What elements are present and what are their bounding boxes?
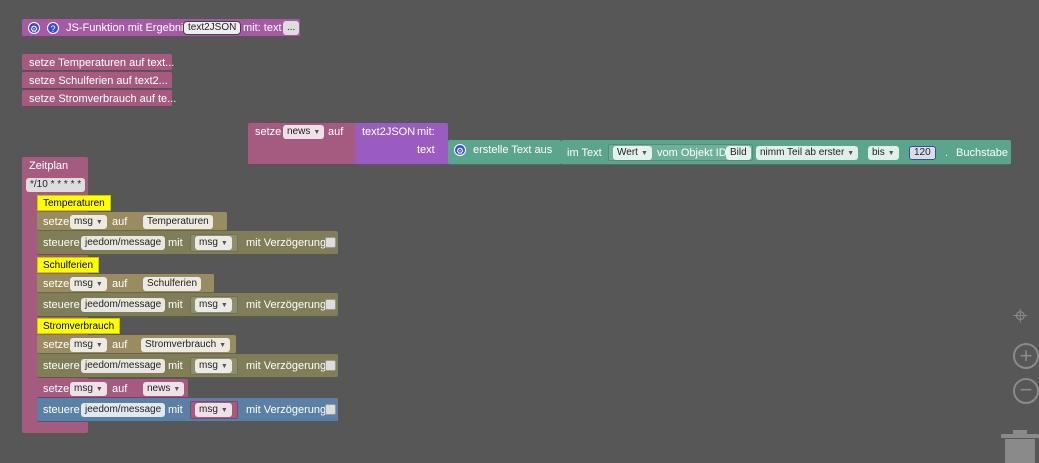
delay-label: mit Verzögerung: [246, 299, 327, 311]
function-param-label: mit: text: [243, 22, 282, 34]
im-text-label: im Text: [567, 147, 602, 159]
function-call-mit: mit:: [417, 126, 435, 138]
control-label: steuere: [43, 299, 80, 311]
set-news-block[interactable]: setze news ▼ auf: [248, 123, 357, 165]
with-label: mit: [168, 237, 183, 249]
text-value-field[interactable]: Stromverbrauch ▼: [141, 338, 231, 352]
zoom-out-icon[interactable]: −: [1013, 378, 1039, 404]
variable-dropdown[interactable]: msg ▼: [70, 277, 107, 291]
substring-block[interactable]: im Text Wert ▼ vom Objekt ID Bild nimm Te…: [561, 140, 1011, 165]
delay-checkbox[interactable]: [325, 299, 336, 310]
collapsed-block-label: setze Temperaturen auf text...: [29, 57, 175, 69]
auf-label: auf: [112, 383, 128, 395]
character-label: Buchstabe: [956, 147, 1008, 159]
control-label: steuere: [43, 360, 80, 372]
create-text-label: erstelle Text aus: [473, 144, 553, 156]
gear-icon[interactable]: ⚙: [28, 22, 40, 34]
create-text-block[interactable]: ⚙ erstelle Text aus: [448, 140, 561, 165]
delay-checkbox[interactable]: [325, 237, 336, 248]
collapsed-block-label: setze Stromverbrauch auf te...: [29, 93, 177, 105]
function-title: JS-Funktion mit Ergebnis: [66, 22, 189, 34]
function-name-field[interactable]: text2JSON: [183, 21, 242, 35]
delay-label: mit Verzögerung: [246, 404, 327, 416]
function-definition-block[interactable]: ⚙ ? JS-Funktion mit Ergebnis text2JSON m…: [22, 19, 300, 37]
auf-label: auf: [328, 126, 344, 138]
delay-checkbox[interactable]: [325, 360, 336, 371]
comment-label[interactable]: Schulferien: [37, 257, 100, 273]
delay-checkbox[interactable]: [325, 404, 336, 415]
cron-field[interactable]: */10 * * * * *: [26, 178, 86, 192]
variable-value-dropdown[interactable]: news ▼: [143, 382, 185, 396]
set-msg-block[interactable]: setze msg ▼ auf Temperaturen: [37, 212, 227, 231]
collapsed-block[interactable]: setze Stromverbrauch auf te...: [22, 90, 176, 107]
auf-label: auf: [112, 278, 128, 290]
dot-label: .: [945, 147, 949, 159]
control-block[interactable]: steuere jeedom/message mit msg ▼ mit Verz…: [37, 293, 338, 317]
delay-label: mit Verzögerung: [246, 237, 327, 249]
text-value-field[interactable]: Schulferien: [143, 277, 202, 291]
variable-dropdown[interactable]: msg ▼: [70, 382, 107, 396]
auf-label: auf: [112, 216, 128, 228]
set-label: setze: [43, 216, 70, 228]
variable-dropdown[interactable]: msg ▼: [195, 236, 232, 250]
target-field[interactable]: jeedom/message: [81, 236, 166, 250]
function-more-button[interactable]: ...: [283, 21, 300, 35]
set-msg-block[interactable]: setze msg ▼ auf Schulferien: [37, 274, 214, 293]
variable-dropdown[interactable]: msg ▼: [70, 338, 107, 352]
collapsed-block[interactable]: setze Schulferien auf text2...: [22, 72, 172, 89]
center-workspace-icon[interactable]: ⌖: [1013, 302, 1028, 328]
collapsed-block-label: setze Schulferien auf text2...: [29, 75, 168, 87]
target-field[interactable]: jeedom/message: [81, 359, 166, 373]
set-label: setze: [255, 126, 282, 138]
object-id-field[interactable]: Bild: [726, 146, 751, 160]
comment-label[interactable]: Stromverbrauch: [37, 318, 121, 334]
variable-dropdown[interactable]: msg ▼: [195, 298, 232, 312]
schedule-title: Zeitplan: [29, 160, 69, 172]
control-label: steuere: [43, 404, 80, 416]
variable-dropdown[interactable]: msg ▼: [70, 215, 107, 229]
with-label: mit: [168, 299, 183, 311]
help-icon[interactable]: ?: [47, 22, 59, 34]
object-id-label: vom Objekt ID: [657, 147, 727, 159]
auf-label: auf: [112, 339, 128, 351]
variable-dropdown[interactable]: msg ▼: [195, 403, 232, 417]
control-block[interactable]: steuere jeedom/message mit msg ▼ mit Verz…: [37, 354, 338, 378]
function-call-name: text2JSON: [362, 126, 416, 138]
control-block-selected[interactable]: steuere jeedom/message mit msg ▼ mit Verz…: [37, 398, 338, 422]
function-call-block[interactable]: text2JSON mit: text: [355, 123, 448, 165]
target-field[interactable]: jeedom/message: [81, 298, 166, 312]
zoom-in-icon[interactable]: +: [1013, 343, 1039, 369]
target-field[interactable]: jeedom/message: [81, 403, 166, 417]
text-value-field[interactable]: Temperaturen: [143, 215, 213, 229]
trash-icon[interactable]: [1001, 430, 1039, 463]
set-msg-news-block[interactable]: setze msg ▼ auf news ▼: [37, 379, 188, 398]
comment-label[interactable]: Temperaturen: [37, 195, 111, 211]
with-label: mit: [168, 404, 183, 416]
set-msg-block[interactable]: setze msg ▼ auf Stromverbrauch ▼: [37, 335, 236, 354]
take-part-dropdown[interactable]: nimm Teil ab erster ▼: [756, 146, 859, 160]
function-call-text-label: text: [417, 144, 435, 156]
collapsed-block[interactable]: setze Temperaturen auf text...: [22, 54, 175, 71]
control-block[interactable]: steuere jeedom/message mit msg ▼ mit Verz…: [37, 231, 338, 255]
gear-icon[interactable]: ⚙: [454, 144, 466, 156]
number-field[interactable]: 120: [909, 146, 936, 160]
until-dropdown[interactable]: bis ▼: [868, 146, 899, 160]
with-label: mit: [168, 360, 183, 372]
variable-dropdown[interactable]: msg ▼: [195, 359, 232, 373]
set-label: setze: [43, 383, 70, 395]
value-dropdown[interactable]: Wert ▼: [613, 146, 652, 160]
variable-dropdown[interactable]: news ▼: [283, 125, 325, 139]
control-label: steuere: [43, 237, 80, 249]
set-label: setze: [43, 278, 70, 290]
set-label: setze: [43, 339, 70, 351]
delay-label: mit Verzögerung: [246, 360, 327, 372]
